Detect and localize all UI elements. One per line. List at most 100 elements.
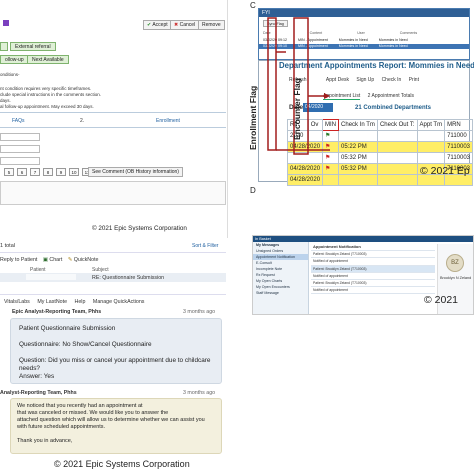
notes-line: al follow-up appointment. May exceed 30 … [0,104,94,109]
notes-line: nt condition requires very specific time… [0,86,92,91]
copyright-text: © 2021 Ep [420,165,470,177]
number-option[interactable]: 7 [30,168,40,176]
notes-line: clude special instructions in the commen… [0,92,102,97]
patient-name: Brooklyn N Zeland [440,276,472,280]
last-note-button[interactable]: My LastNote [37,299,67,305]
copyright-text: © 2021 Epic Systems Corporation [54,459,190,469]
label: Vitals/Labs [4,299,30,305]
copyright-text: © 2021 [424,294,459,306]
number-option[interactable]: 6 [17,168,27,176]
reply-line: that was canceled or missed. We would li… [17,410,169,416]
panel-label-d: D [250,186,256,195]
reply-card: We noticed that you recently had an appo… [10,398,222,454]
help-button[interactable]: Help [75,299,86,305]
reply-line: attached question which will allow us to… [17,417,205,423]
in-basket-sidebar: My Messages Unsigned Orders Appointment … [253,242,309,314]
text-field[interactable] [0,145,40,153]
divider [0,294,226,295]
label: Reply to Patient [0,257,38,263]
label: Help [74,299,86,305]
manage-quickactions-button[interactable]: Manage QuickActions [93,299,145,305]
vitals-labs-button[interactable]: Vitals/Labs [4,299,30,305]
quick-actions-bar: Vitals/Labs My LastNote Help Manage Quic… [4,299,144,305]
message-age: 3 months ago [183,309,216,315]
comment-box[interactable] [0,181,226,205]
text-field[interactable] [0,133,40,141]
check-box[interactable] [0,42,8,51]
text-field[interactable] [0,157,40,165]
arrow-head [324,93,330,99]
reply-line: with future scheduled appointments. [17,424,106,430]
reply-sender: Analyst-Reporting Team, Phhs [0,390,77,396]
label: Manage QuickActions [92,299,145,305]
tab-follow-up[interactable]: ollow-up [0,55,29,64]
chart-button[interactable]: Chart [49,257,62,263]
reply-line: Thank you in advance, [17,438,73,444]
flag-annotations [267,17,330,155]
notes-line: days. [0,98,11,103]
sort-filter-link[interactable]: Sort & Filter [192,243,218,249]
divider [0,252,226,253]
message-list: Appointment Notification Patient: Brookl… [311,244,435,295]
message-line: needs? [19,365,40,372]
list-item-selected[interactable]: Patient: Brooklyn Zeland (T710003) [311,265,435,273]
inbox-panel: 1 total Sort & Filter Reply to Patient ▣… [0,238,228,474]
divider [0,112,226,113]
number-selector: 5 6 7 8 9 10 11 [4,168,92,176]
label: Chart [49,257,63,263]
enrollment-link[interactable]: Enrollment [156,118,180,124]
notes-line: onditions- [0,72,20,77]
tab-label: ollow-up [5,57,24,63]
message-line: Patient Questionnaire Submission [19,325,116,332]
row-subject: RE: Questionnaire Submission [92,275,165,281]
total-count: 1 total [0,243,15,249]
label: My LastNote [37,299,68,305]
enrollment-flag-frame [267,17,277,151]
reply-age: 3 months ago [183,390,216,396]
redacted-patient [26,274,76,280]
inbox-toolbar: Reply to Patient ▣ Chart ✎ QuickNote [0,257,99,263]
number-option[interactable]: 8 [43,168,53,176]
section-number: 2. [80,118,85,124]
reply-patient-button[interactable]: Reply to Patient [0,257,37,263]
message-line: Question: Did you miss or cancel your ap… [19,357,211,364]
chart-icon: ▣ [42,257,48,263]
cancel-label: Cancel [179,22,196,28]
reply-line [17,431,215,438]
faqs-link[interactable]: FAQs [12,118,25,124]
number-option[interactable]: 10 [69,168,79,176]
number-option[interactable]: 9 [56,168,66,176]
message-line [19,333,213,341]
table-row[interactable]: RE: Questionnaire Submission [0,273,226,282]
purple-indicator-icon [3,20,9,26]
sender-name: Epic Analyst-Reporting Team, Phhs [12,309,102,315]
remove-label: Remove [202,22,221,28]
message-card: Patient Questionnaire Submission Questio… [10,318,222,384]
tab-label: External referral [15,44,51,50]
list-item[interactable]: Patient: Brooklyn Zeland (T710003) [311,280,435,288]
number-option[interactable]: 5 [4,168,14,176]
enrollment-flag-label: Enrollment Flag [248,85,258,150]
quicknote-icon: ✎ [67,257,73,263]
list-item[interactable]: Patient: Brooklyn Zeland (T710003) [311,251,435,259]
list-item[interactable]: Notified of appointment [311,287,435,295]
label: QuickNote [73,257,99,263]
accept-button[interactable]: ✔ Accept [143,20,172,30]
sidebar-item[interactable]: Staff Message [253,290,308,296]
avatar: BZ [446,254,464,272]
tab-label: Next Available [32,57,64,63]
list-item[interactable]: Notified of appointment [311,258,435,266]
tab-external-referral[interactable]: External referral [10,42,56,51]
list-item[interactable]: Notified of appointment [311,273,435,281]
message-line: Questionnaire: No Show/Cancel Questionna… [19,341,152,348]
remove-button[interactable]: Remove [198,20,225,30]
see-comment-button[interactable]: See Comment (OB History information) [88,167,183,177]
encounter-flag-label: Encounter Flag [292,78,302,140]
tab-next-available[interactable]: Next Available [27,55,69,64]
divider [0,127,226,128]
cancel-button[interactable]: ✖ Cancel [170,20,200,30]
copyright-text: © 2021 Epic Systems Corporation [92,225,187,232]
order-panel: ✔ Accept ✖ Cancel Remove External referr… [0,0,228,238]
quicknote-button[interactable]: QuickNote [74,257,99,263]
message-line [19,349,213,357]
